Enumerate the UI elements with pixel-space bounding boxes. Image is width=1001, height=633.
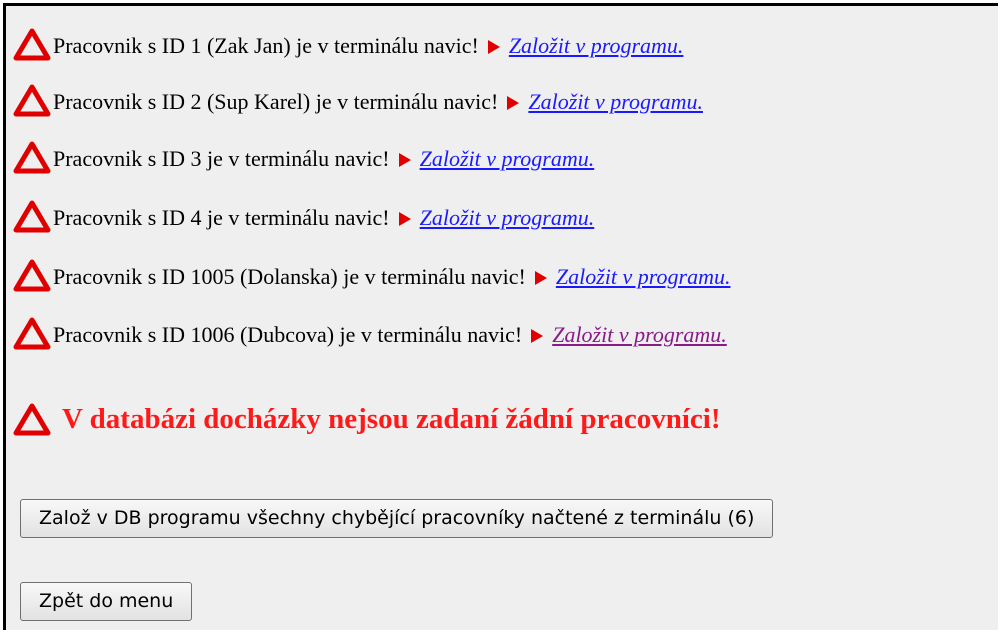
- warning-row: Pracovnik s ID 2 (Sup Karel) je v termin…: [12, 74, 703, 118]
- warning-row: Pracovnik s ID 1 (Zak Jan) je v terminál…: [12, 18, 683, 62]
- warning-row: Pracovnik s ID 3 je v terminálu navic! Z…: [12, 131, 594, 175]
- warning-message: Pracovnik s ID 1 (Zak Jan) je v terminál…: [53, 33, 479, 58]
- create-in-program-link[interactable]: Založit v programu.: [509, 34, 684, 58]
- warning-row: Pracovnik s ID 1005 (Dolanska) je v term…: [12, 249, 730, 293]
- warning-row: Pracovnik s ID 1006 (Dubcova) je v termi…: [12, 307, 727, 351]
- create-in-program-link[interactable]: Založit v programu.: [528, 90, 703, 114]
- red-play-arrow-icon: [534, 271, 547, 285]
- red-play-arrow-icon: [531, 329, 544, 343]
- warning-message: Pracovnik s ID 4 je v terminálu navic!: [53, 205, 390, 230]
- warning-triangle-icon: [13, 200, 51, 233]
- red-play-arrow-icon: [398, 153, 411, 167]
- warning-triangle-icon: [13, 84, 51, 117]
- error-banner: V databázi docházky nejsou zadaní žádní …: [12, 394, 720, 444]
- create-in-program-link[interactable]: Založit v programu.: [552, 323, 727, 347]
- main-panel: Pracovnik s ID 1 (Zak Jan) je v terminál…: [3, 3, 998, 630]
- create-all-missing-workers-button[interactable]: Založ v DB programu všechny chybějící pr…: [20, 499, 774, 538]
- error-message: V databázi docházky nejsou zadaní žádní …: [62, 402, 721, 435]
- warning-triangle-icon: [13, 141, 51, 174]
- warning-triangle-icon: [13, 28, 51, 61]
- warning-triangle-icon: [13, 403, 51, 436]
- warning-row: Pracovnik s ID 4 je v terminálu navic! Z…: [12, 190, 594, 234]
- warning-message: Pracovnik s ID 1006 (Dubcova) je v termi…: [53, 322, 523, 347]
- create-in-program-link[interactable]: Založit v programu.: [556, 265, 731, 289]
- warning-triangle-icon: [13, 317, 51, 350]
- create-in-program-link[interactable]: Založit v programu.: [420, 147, 595, 171]
- warning-message: Pracovnik s ID 2 (Sup Karel) je v termin…: [53, 89, 499, 114]
- red-play-arrow-icon: [507, 96, 520, 110]
- create-in-program-link[interactable]: Založit v programu.: [420, 206, 595, 230]
- back-to-menu-button[interactable]: Zpět do menu: [20, 582, 193, 621]
- warning-triangle-icon: [13, 259, 51, 292]
- red-play-arrow-icon: [487, 40, 500, 54]
- warning-message: Pracovnik s ID 1005 (Dolanska) je v term…: [53, 264, 526, 289]
- red-play-arrow-icon: [398, 212, 411, 226]
- warning-message: Pracovnik s ID 3 je v terminálu navic!: [53, 146, 390, 171]
